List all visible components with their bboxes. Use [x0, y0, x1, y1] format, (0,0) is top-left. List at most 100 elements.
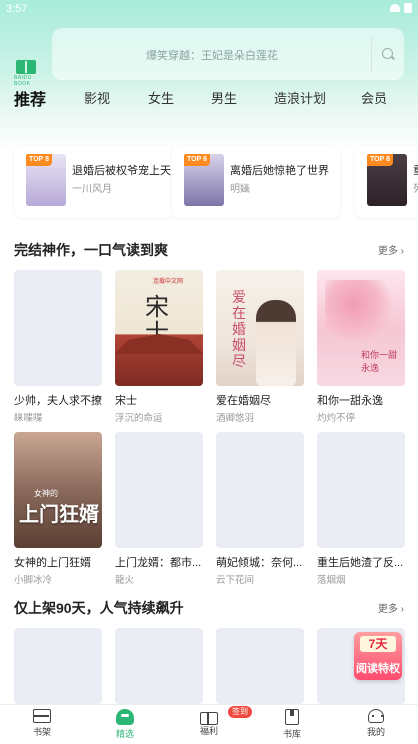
reading-privilege-badge[interactable]: 7天 阅读特权	[354, 632, 402, 680]
book-title: 和你一甜永逸	[317, 395, 383, 407]
book-author: 睐喋喋	[14, 413, 43, 424]
status-time: 3:57	[6, 3, 28, 15]
book-author: 落烟烟	[317, 575, 346, 586]
book-logo-icon	[16, 60, 36, 74]
book-cover: 女神的 上门狂婿	[14, 432, 102, 548]
book-cover: 爱在婚姻尽	[216, 270, 304, 386]
book-item[interactable]: 萌妃倾城：奈何... 云下花间	[216, 432, 304, 586]
book-cover	[14, 270, 102, 386]
book-author: 小脚冰冷	[14, 575, 53, 586]
search-divider	[371, 36, 372, 72]
tab-wave-plan[interactable]: 造浪计划	[274, 88, 326, 107]
rank-title: 退婚后被权爷宠上天	[72, 165, 171, 177]
book-cover: 和你一甜永逸	[317, 270, 405, 386]
rank-card[interactable]: TOP 6 离婚后她惊艳了世界 明婳	[172, 146, 340, 218]
gift-icon	[200, 712, 218, 725]
search-icon[interactable]	[382, 48, 393, 59]
rank-title: 重	[413, 162, 418, 178]
cover-title: 爱在婚姻尽	[232, 290, 246, 370]
rank-card[interactable]: TOP 8 重 列	[355, 146, 418, 218]
status-icons	[390, 3, 412, 13]
book-author: 酒卿悠羽	[216, 413, 255, 424]
tab-film[interactable]: 影视	[84, 88, 110, 107]
book-cover	[115, 628, 203, 704]
rank-author: 明婳	[230, 184, 250, 195]
book-item[interactable]: 连载中文网 宋士 宋士 浮沉的命运	[115, 270, 203, 424]
nav-label: 我的	[366, 727, 385, 737]
nav-bookshelf[interactable]: 书架	[12, 709, 72, 738]
book-cover	[216, 432, 304, 548]
book-cover	[115, 432, 203, 548]
cover-tree	[325, 280, 397, 340]
privilege-text: 阅读特权	[356, 663, 400, 675]
book-title: 爱在婚姻尽	[216, 395, 271, 407]
book-author: 云下花间	[216, 575, 255, 586]
book-title: 女神的上门狂婿	[14, 557, 91, 569]
rank-title: 离婚后她惊艳了世界	[230, 165, 329, 177]
book-cover	[317, 432, 405, 548]
nav-library[interactable]: 书库	[262, 709, 322, 740]
cover-publisher: 连载中文网	[153, 279, 184, 285]
section-title: 完结神作，一口气读到爽	[14, 242, 168, 258]
book-title: 宋士	[115, 395, 137, 407]
book-item[interactable]: 女神的 上门狂婿 女神的上门狂婿 小脚冰冷	[14, 432, 102, 586]
book-item[interactable]	[115, 628, 203, 704]
book-item[interactable]: 少帅，夫人求不撩 睐喋喋	[14, 270, 102, 424]
tab-vip[interactable]: 会员	[361, 88, 387, 107]
more-link[interactable]: 更多 ›	[378, 242, 404, 257]
app-logo[interactable]: BAIDU BOOK	[14, 60, 40, 87]
nav-label: 福利	[199, 726, 218, 736]
nav-label: 书库	[282, 729, 301, 739]
rank-author: 一川风月	[72, 184, 112, 195]
tab-female[interactable]: 女生	[148, 88, 174, 107]
rank-author: 列	[413, 180, 418, 195]
battery-icon	[404, 3, 412, 13]
rank-badge: TOP 8	[26, 154, 52, 166]
book-item[interactable]: 上门龙婿：都市... 龍火	[115, 432, 203, 586]
rank-carousel[interactable]: TOP 8 退婚后被权爷宠上天 一川风月 TOP 6 离婚后她惊艳了世界 明婳 …	[0, 140, 418, 220]
nav-label: 精选	[115, 729, 134, 739]
book-author: 浮沉的命运	[115, 413, 163, 424]
search-placeholder[interactable]: 爆笑穿越：王妃是朵白莲花	[52, 47, 372, 63]
cover-title: 上门狂婿	[19, 502, 99, 526]
bottom-navigation: 书架 精选 福利 书库 我的	[0, 704, 418, 744]
profile-icon	[368, 709, 384, 723]
book-item[interactable]	[14, 628, 102, 704]
cover-figure	[256, 300, 296, 386]
book-item[interactable]: 爱在婚姻尽 爱在婚姻尽 酒卿悠羽	[216, 270, 304, 424]
book-cover: 连载中文网 宋士	[115, 270, 203, 386]
book-title: 上门龙婿：都市...	[115, 557, 202, 569]
nav-label: 书架	[32, 727, 51, 737]
rank-badge: TOP 6	[184, 154, 210, 166]
section-header: 完结神作，一口气读到爽 更多 ›	[14, 240, 404, 262]
more-link[interactable]: 更多 ›	[378, 600, 404, 615]
section-header: 仅上架90天，人气持续飙升 更多 ›	[14, 598, 404, 620]
tab-male[interactable]: 男生	[211, 88, 237, 107]
book-title: 萌妃倾城：奈何...	[216, 557, 303, 569]
checkin-badge: 签到	[228, 706, 252, 718]
search-bar[interactable]: 爆笑穿越：王妃是朵白莲花	[52, 28, 404, 80]
cover-title: 和你一甜永逸	[361, 350, 398, 373]
featured-icon	[116, 709, 134, 725]
section-title: 仅上架90天，人气持续飙升	[14, 600, 184, 616]
rank-badge: TOP 8	[367, 154, 393, 166]
book-cover	[216, 628, 304, 704]
book-cover	[14, 628, 102, 704]
bookshelf-icon	[33, 709, 51, 723]
tab-recommend[interactable]: 推荐	[14, 86, 46, 110]
book-item[interactable]	[216, 628, 304, 704]
category-tabs: 推荐 影视 女生 男生 造浪计划 会员	[0, 86, 418, 110]
book-title: 少帅，夫人求不撩	[14, 395, 102, 407]
wifi-icon	[390, 4, 400, 12]
book-item[interactable]: 重生后她渣了反... 落烟烟	[317, 432, 405, 586]
cover-roof	[115, 334, 203, 354]
privilege-days: 7天	[360, 636, 396, 652]
rank-card[interactable]: TOP 8 退婚后被权爷宠上天 一川风月	[14, 146, 174, 218]
status-bar: 3:57	[0, 0, 418, 20]
nav-profile[interactable]: 我的	[346, 709, 406, 738]
book-item[interactable]: 和你一甜永逸 和你一甜永逸 灼灼不停	[317, 270, 405, 424]
nav-featured[interactable]: 精选	[95, 709, 155, 740]
book-title: 重生后她渣了反...	[317, 557, 404, 569]
book-author: 龍火	[115, 575, 135, 586]
library-icon	[285, 709, 299, 725]
